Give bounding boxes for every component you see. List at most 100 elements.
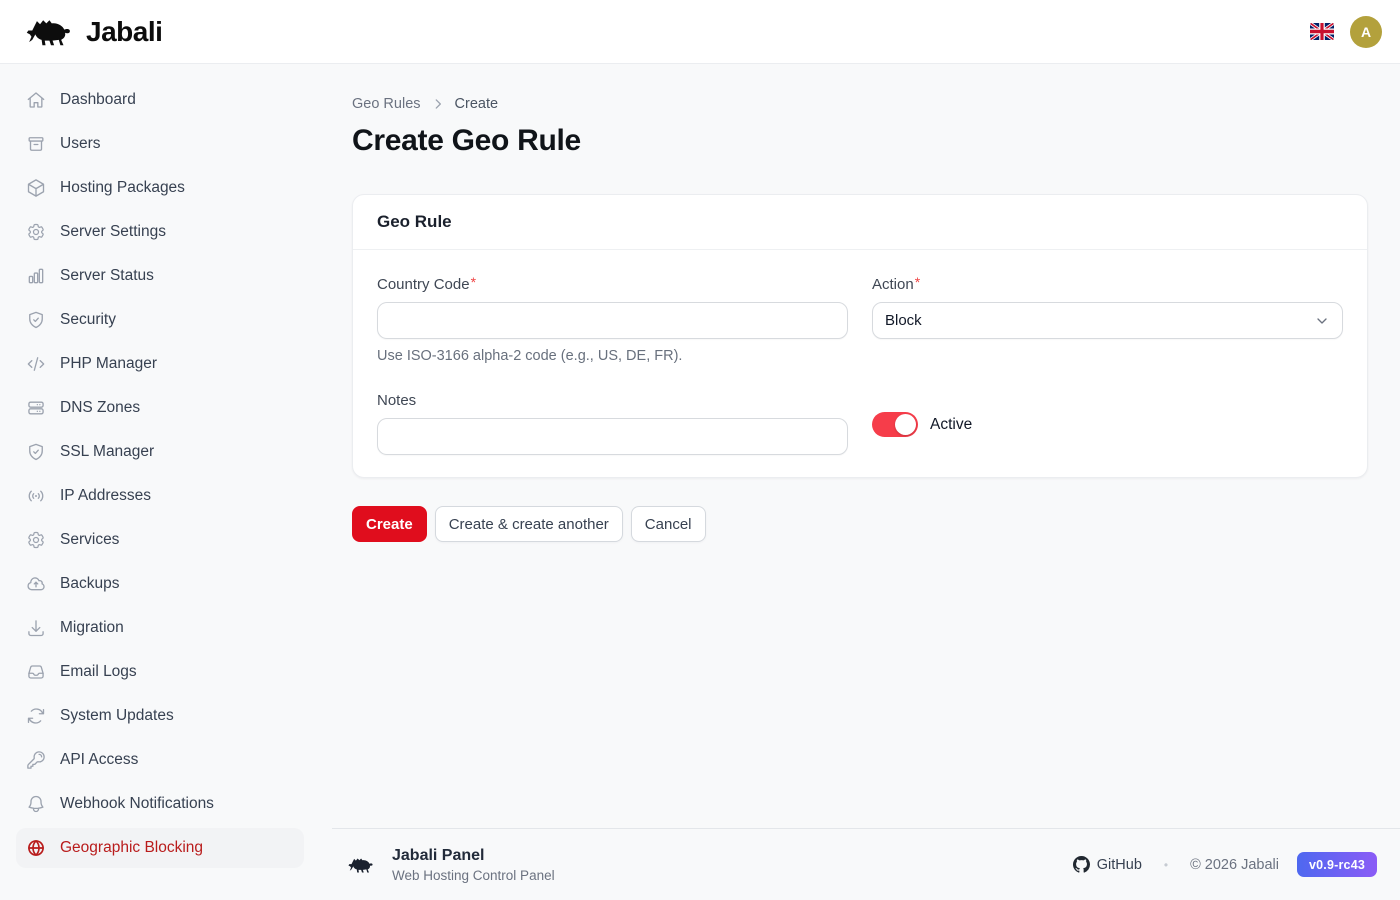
sidebar-item-geographic-blocking[interactable]: Geographic Blocking — [16, 828, 304, 868]
sidebar-item-label: Security — [60, 311, 116, 329]
sidebar-item-security[interactable]: Security — [16, 300, 304, 340]
card-header: Geo Rule — [353, 195, 1367, 250]
github-label: GitHub — [1097, 857, 1142, 873]
notes-field-group: Notes — [377, 392, 848, 455]
sidebar-item-email-logs[interactable]: Email Logs — [16, 652, 304, 692]
country-code-helper-text: Use ISO-3166 alpha-2 code (e.g., US, DE,… — [377, 348, 848, 364]
sidebar-item-label: Server Status — [60, 267, 154, 285]
sidebar-item-label: Backups — [60, 575, 119, 593]
signal-icon — [26, 486, 46, 506]
sidebar-item-server-settings[interactable]: Server Settings — [16, 212, 304, 252]
refresh-icon — [26, 706, 46, 726]
github-icon — [1073, 856, 1090, 873]
country-code-label: Country Code* — [377, 276, 476, 293]
sidebar-item-label: Email Logs — [60, 663, 137, 681]
key-icon — [26, 750, 46, 770]
globe-icon — [26, 838, 46, 858]
sidebar-item-label: API Access — [60, 751, 138, 769]
cube-icon — [26, 178, 46, 198]
notes-input[interactable] — [377, 418, 848, 455]
sidebar-item-label: System Updates — [60, 707, 174, 725]
sidebar-item-label: Hosting Packages — [60, 179, 185, 197]
sidebar-item-users[interactable]: Users — [16, 124, 304, 164]
boar-logo-icon — [348, 853, 376, 877]
notes-label: Notes — [377, 392, 416, 409]
sidebar-item-dashboard[interactable]: Dashboard — [16, 80, 304, 120]
sidebar-item-api-access[interactable]: API Access — [16, 740, 304, 780]
top-bar: Jabali A — [0, 0, 1400, 64]
sidebar-item-label: Dashboard — [60, 91, 136, 109]
sidebar-item-webhook-notifications[interactable]: Webhook Notifications — [16, 784, 304, 824]
sidebar-item-label: SSL Manager — [60, 443, 154, 461]
sidebar-item-dns-zones[interactable]: DNS Zones — [16, 388, 304, 428]
sidebar-item-label: Migration — [60, 619, 124, 637]
sidebar-item-hosting-packages[interactable]: Hosting Packages — [16, 168, 304, 208]
language-flag-icon[interactable] — [1310, 23, 1334, 40]
active-toggle-group: Active — [872, 394, 1343, 455]
bar-chart-icon — [26, 266, 46, 286]
card-title: Geo Rule — [377, 212, 452, 231]
active-toggle-label: Active — [930, 416, 972, 434]
breadcrumb-create: Create — [455, 96, 499, 112]
footer-subtitle: Web Hosting Control Panel — [392, 868, 555, 883]
code-icon — [26, 354, 46, 374]
boar-logo-icon — [26, 13, 76, 51]
action-field-group: Action* Block — [872, 274, 1343, 364]
action-select-value: Block — [885, 312, 922, 329]
bell-icon — [26, 794, 46, 814]
sidebar-item-system-updates[interactable]: System Updates — [16, 696, 304, 736]
sidebar-item-ssl-manager[interactable]: SSL Manager — [16, 432, 304, 472]
sidebar-item-services[interactable]: Services — [16, 520, 304, 560]
archive-icon — [26, 134, 46, 154]
user-avatar[interactable]: A — [1350, 16, 1382, 48]
sidebar-item-label: PHP Manager — [60, 355, 157, 373]
breadcrumb-chevron-icon — [431, 97, 445, 111]
inbox-icon — [26, 662, 46, 682]
footer-title: Jabali Panel — [392, 847, 555, 865]
create-and-create-another-button[interactable]: Create & create another — [435, 506, 623, 542]
cloud-upload-icon — [26, 574, 46, 594]
form-actions: Create Create & create another Cancel — [352, 506, 1368, 542]
page-title: Create Geo Rule — [352, 124, 1368, 158]
toggle-knob — [895, 414, 916, 435]
sidebar-item-php-manager[interactable]: PHP Manager — [16, 344, 304, 384]
chevron-down-icon — [1314, 313, 1330, 329]
main-area: Geo Rules Create Create Geo Rule Geo Rul… — [320, 64, 1400, 900]
version-badge[interactable]: v0.9-rc43 — [1297, 852, 1377, 877]
active-toggle[interactable] — [872, 412, 918, 437]
action-select[interactable]: Block — [872, 302, 1343, 339]
sidebar-item-migration[interactable]: Migration — [16, 608, 304, 648]
country-code-field-group: Country Code* Use ISO-3166 alpha-2 code … — [377, 274, 848, 364]
breadcrumb: Geo Rules Create — [352, 96, 1368, 112]
sidebar-item-label: Webhook Notifications — [60, 795, 214, 813]
shield-check-icon — [26, 310, 46, 330]
country-code-input[interactable] — [377, 302, 848, 339]
breadcrumb-geo-rules[interactable]: Geo Rules — [352, 96, 421, 112]
gear-icon — [26, 222, 46, 242]
home-icon — [26, 90, 46, 110]
footer: Jabali Panel Web Hosting Control Panel G… — [332, 828, 1400, 900]
gear-icon — [26, 530, 46, 550]
required-asterisk: * — [915, 274, 920, 290]
brand-name: Jabali — [86, 16, 162, 48]
sidebar-item-label: Users — [60, 135, 100, 153]
sidebar-item-label: Geographic Blocking — [60, 839, 203, 857]
cancel-button[interactable]: Cancel — [631, 506, 706, 542]
shield-check-icon — [26, 442, 46, 462]
copyright-text: © 2026 Jabali — [1190, 857, 1279, 873]
create-button[interactable]: Create — [352, 506, 427, 542]
sidebar-item-server-status[interactable]: Server Status — [16, 256, 304, 296]
server-stack-icon — [26, 398, 46, 418]
required-asterisk: * — [471, 274, 476, 290]
app-logo[interactable]: Jabali — [26, 13, 162, 51]
sidebar-item-backups[interactable]: Backups — [16, 564, 304, 604]
sidebar: Dashboard Users Hosting Packages Server … — [0, 64, 320, 900]
github-link[interactable]: GitHub — [1073, 856, 1142, 873]
download-tray-icon — [26, 618, 46, 638]
sidebar-item-label: Services — [60, 531, 119, 549]
sidebar-item-label: IP Addresses — [60, 487, 151, 505]
sidebar-item-ip-addresses[interactable]: IP Addresses — [16, 476, 304, 516]
sidebar-item-label: Server Settings — [60, 223, 166, 241]
footer-separator: • — [1164, 858, 1168, 872]
action-label: Action* — [872, 276, 920, 293]
